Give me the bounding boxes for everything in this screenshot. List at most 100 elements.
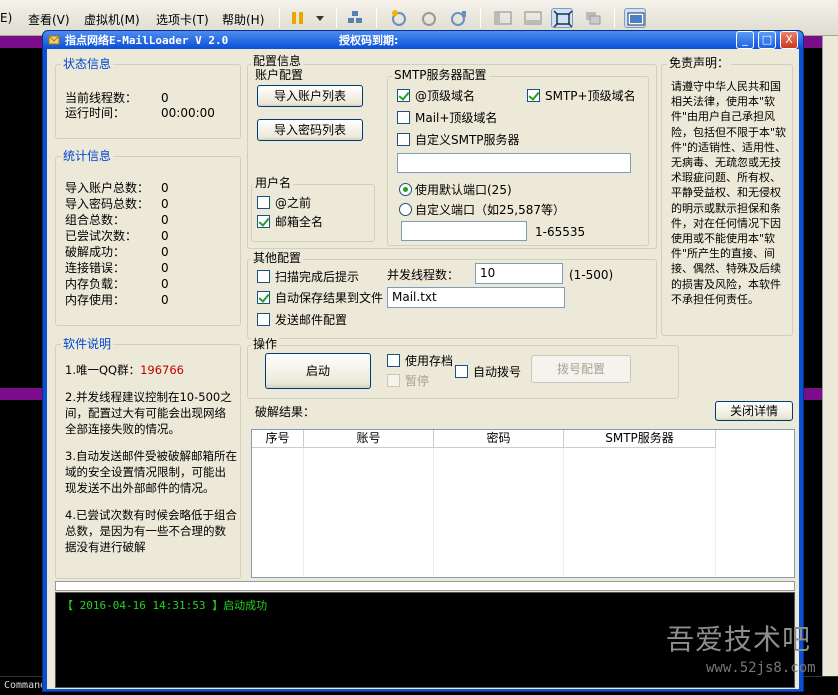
custom-smtp-checkbox[interactable] bbox=[397, 133, 410, 146]
use-archive-label: 使用存档 bbox=[405, 354, 454, 368]
send-mail-checkbox[interactable] bbox=[257, 313, 270, 326]
config-group-title: 配置信息 bbox=[251, 54, 304, 68]
fullscreen-icon[interactable] bbox=[551, 8, 573, 28]
full-email-checkbox[interactable] bbox=[257, 215, 270, 228]
revert-icon[interactable] bbox=[418, 8, 440, 28]
mail-prefix-checkbox[interactable] bbox=[397, 111, 410, 124]
about-group-title: 软件说明 bbox=[61, 337, 114, 351]
col-header-password[interactable]: 密码 bbox=[434, 430, 564, 448]
dial-config-button[interactable]: 拨号配置 bbox=[531, 355, 631, 383]
about-text: 1.唯一QQ群：196766 2.并发线程建议控制在10-500之间，配置过大有… bbox=[65, 363, 237, 554]
concurrent-threads-input[interactable]: 10 bbox=[475, 263, 563, 284]
pause-label: 暂停 bbox=[405, 374, 430, 388]
port-range-label: 1-65535 bbox=[535, 225, 586, 239]
stat-value: 0 bbox=[161, 245, 169, 259]
concurrent-threads-label: 并发线程数： bbox=[387, 268, 460, 282]
smtp-prefix-label: SMTP+顶级域名 bbox=[545, 89, 636, 103]
auto-dial-checkbox[interactable] bbox=[455, 365, 468, 378]
custom-port-label: 自定义端口（如25,587等） bbox=[415, 203, 565, 217]
pause-checkbox[interactable] bbox=[387, 374, 400, 387]
chevron-down-icon[interactable] bbox=[309, 8, 331, 28]
client-area: 状态信息 当前线程数： 0 运行时间： 00:00:00 统计信息 导入账户总数… bbox=[47, 49, 799, 689]
save-file-input[interactable]: Mail.txt bbox=[387, 287, 565, 308]
log-line: 【 2016-04-16 14:31:53 】启动成功 bbox=[62, 599, 268, 612]
smtp-prefix-checkbox[interactable] bbox=[527, 89, 540, 102]
snapshot-manager-icon[interactable] bbox=[448, 8, 470, 28]
stat-value: 0 bbox=[161, 293, 169, 307]
console-view-icon[interactable] bbox=[624, 8, 646, 28]
username-group-title: 用户名 bbox=[253, 176, 294, 190]
unity-icon[interactable] bbox=[582, 8, 604, 28]
progress-bar bbox=[55, 581, 795, 591]
custom-smtp-label: 自定义SMTP服务器 bbox=[415, 133, 520, 147]
status-group-title: 状态信息 bbox=[61, 57, 114, 71]
default-port-radio[interactable] bbox=[399, 183, 412, 196]
stat-label: 已尝试次数： bbox=[65, 229, 138, 243]
col-header-account[interactable]: 账号 bbox=[304, 430, 434, 448]
close-detail-button[interactable]: 关闭详情 bbox=[715, 401, 793, 421]
stat-value: 0 bbox=[161, 261, 169, 275]
stat-label: 破解成功： bbox=[65, 245, 126, 259]
thumbnail-icon[interactable] bbox=[522, 8, 544, 28]
scan-prompt-label: 扫描完成后提示 bbox=[275, 270, 360, 284]
scan-prompt-checkbox[interactable] bbox=[257, 270, 270, 283]
start-button[interactable]: 启动 bbox=[265, 353, 371, 389]
stat-value: 0 bbox=[161, 213, 169, 227]
custom-smtp-input[interactable] bbox=[397, 153, 631, 173]
taskbar-cmd-label[interactable]: Command bbox=[4, 680, 46, 691]
stat-label: 导入账户总数： bbox=[65, 181, 150, 195]
stat-value: 0 bbox=[161, 197, 169, 211]
menu-help[interactable]: 帮助(H) bbox=[222, 11, 264, 28]
sidebar-toggle-icon[interactable] bbox=[492, 8, 514, 28]
threads-label: 当前线程数： bbox=[65, 91, 138, 105]
before-at-label: @之前 bbox=[275, 196, 312, 210]
menu-tabs[interactable]: 选项卡(T) bbox=[156, 11, 209, 28]
minimize-button[interactable]: _ bbox=[736, 31, 754, 49]
ops-group-title: 操作 bbox=[251, 337, 280, 351]
window-titlebar[interactable]: 指点网络E-MailLoader V 2.0 授权码到期: _ □ X bbox=[43, 31, 803, 49]
network-icon[interactable] bbox=[344, 8, 366, 28]
smtp-tld-label: @顶级域名 bbox=[415, 89, 476, 103]
app-window: 指点网络E-MailLoader V 2.0 授权码到期: _ □ X 状态信息… bbox=[42, 30, 804, 692]
disclaimer-text: 请遵守中华人民共和国相关法律，使用本"软件"由用户自己承担风险，包括但不限于本"… bbox=[671, 80, 787, 306]
stat-value: 0 bbox=[161, 229, 169, 243]
col-header-smtp[interactable]: SMTP服务器 bbox=[564, 430, 716, 448]
custom-port-radio[interactable] bbox=[399, 203, 412, 216]
menu-edit[interactable]: E) bbox=[0, 11, 12, 25]
maximize-button[interactable]: □ bbox=[758, 31, 776, 49]
guest-scrollbar[interactable] bbox=[822, 36, 838, 676]
menu-vm[interactable]: 虚拟机(M) bbox=[84, 11, 140, 28]
close-button[interactable]: X bbox=[780, 31, 798, 49]
app-icon bbox=[48, 35, 60, 45]
col-header-index[interactable]: 序号 bbox=[252, 430, 304, 448]
import-accounts-button[interactable]: 导入账户列表 bbox=[257, 85, 363, 107]
autosave-label: 自动保存结果到文件 bbox=[275, 291, 384, 305]
window-title: 指点网络E-MailLoader V 2.0 bbox=[65, 34, 229, 47]
stat-label: 内存负载： bbox=[65, 277, 126, 291]
mail-prefix-label: Mail+顶级域名 bbox=[415, 111, 498, 125]
menu-view[interactable]: 查看(V) bbox=[28, 11, 70, 28]
pause-vm-icon[interactable] bbox=[287, 8, 309, 28]
watermark-url: www.52js8.com bbox=[706, 660, 816, 676]
results-label: 破解结果： bbox=[255, 405, 316, 419]
runtime-value: 00:00:00 bbox=[161, 106, 215, 120]
license-label: 授权码到期: bbox=[339, 34, 399, 47]
snapshot-icon[interactable] bbox=[388, 8, 410, 28]
smtp-tld-checkbox[interactable] bbox=[397, 89, 410, 102]
runtime-label: 运行时间： bbox=[65, 106, 126, 120]
results-table[interactable]: 序号 账号 密码 SMTP服务器 bbox=[251, 429, 795, 578]
watermark-title: 吾爱技术吧 bbox=[666, 623, 812, 656]
other-config-title: 其他配置 bbox=[251, 251, 304, 265]
use-archive-checkbox[interactable] bbox=[387, 354, 400, 367]
import-passwords-button[interactable]: 导入密码列表 bbox=[257, 119, 363, 141]
stat-label: 导入密码总数： bbox=[65, 197, 150, 211]
custom-port-input[interactable] bbox=[401, 221, 527, 241]
before-at-checkbox[interactable] bbox=[257, 196, 270, 209]
autosave-checkbox[interactable] bbox=[257, 291, 270, 304]
stat-label: 组合总数： bbox=[65, 213, 126, 227]
account-group-title: 账户配置 bbox=[253, 68, 306, 82]
full-email-label: 邮箱全名 bbox=[275, 215, 324, 229]
threads-range-label: (1-500) bbox=[569, 268, 614, 282]
disclaimer-title: 免责声明： bbox=[667, 56, 732, 70]
auto-dial-label: 自动拨号 bbox=[473, 365, 522, 379]
